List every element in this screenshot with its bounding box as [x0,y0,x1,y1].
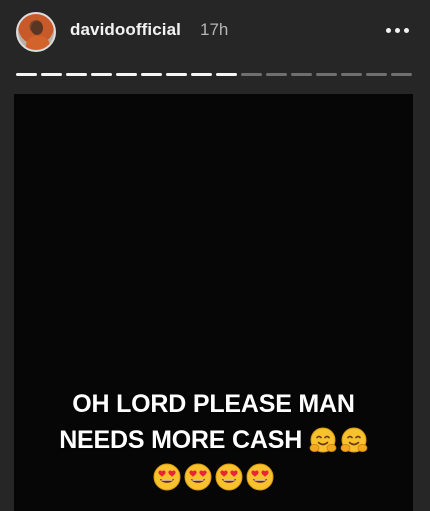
progress-segment [141,73,162,76]
heart-eyes-emoji-icon [246,463,274,491]
more-icon-dot [394,27,400,33]
progress-segment [166,73,187,76]
hugging-face-emoji-icon [309,427,337,455]
progress-segment [241,73,262,76]
caption-line-1: OH LORD PLEASE MAN [72,390,355,418]
caption-line-2: NEEDS MORE CASH [14,422,413,458]
more-options-button[interactable] [380,18,414,42]
progress-segment [316,73,337,76]
progress-segment [266,73,287,76]
progress-segment [291,73,312,76]
avatar-body [26,36,50,50]
story-timestamp: 17h [200,20,229,39]
more-icon-dot [403,27,409,33]
profile-avatar[interactable] [16,12,56,52]
story-media[interactable]: OH LORD PLEASE MAN NEEDS MORE CASH [14,94,413,511]
story-caption: OH LORD PLEASE MAN NEEDS MORE CASH [14,386,413,494]
progress-segment [341,73,362,76]
heart-eyes-emoji-icon [184,463,212,491]
progress-segment [91,73,112,76]
progress-segment [66,73,87,76]
progress-segment [41,73,62,76]
heart-eyes-emoji-icon [153,463,181,491]
caption-emoji-row [309,427,368,455]
progress-segment [216,73,237,76]
hugging-face-emoji-icon [340,427,368,455]
progress-segment [366,73,387,76]
avatar-head [31,21,43,35]
progress-segment [116,73,137,76]
username-link[interactable]: davidoofficial [70,20,181,40]
caption-emoji-row [153,463,274,491]
progress-segment [191,73,212,76]
more-icon-dot [385,27,391,33]
story-progress-bar [16,73,412,77]
progress-segment [391,73,412,76]
caption-line-2-text: NEEDS MORE CASH [59,426,303,454]
story-viewer: davidoofficial 17h OH LORD PLEASE MAN NE… [0,0,430,511]
progress-segment [16,73,37,76]
story-header: davidoofficial 17h [0,0,430,66]
heart-eyes-emoji-icon [215,463,243,491]
caption-line-3 [14,458,413,494]
